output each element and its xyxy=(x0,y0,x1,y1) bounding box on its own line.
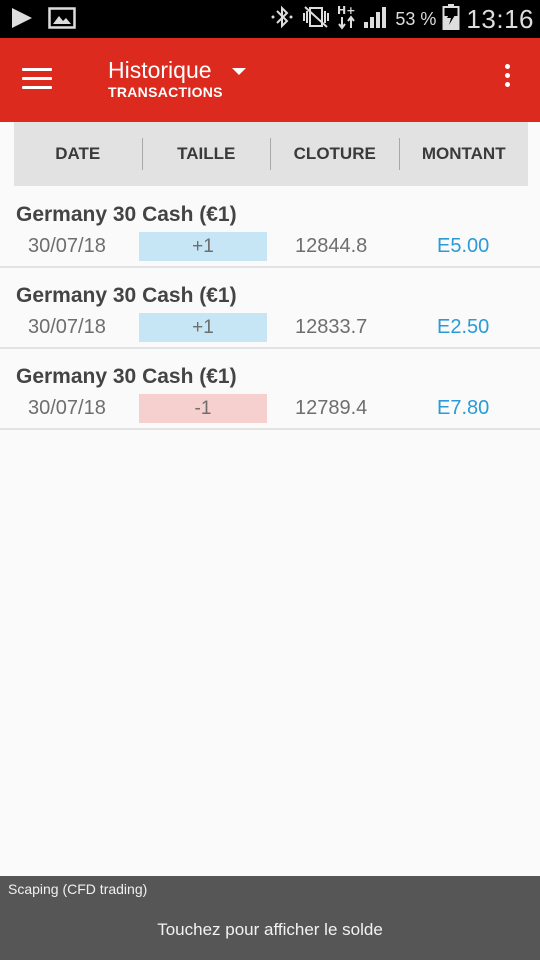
transaction-date: 30/07/18 xyxy=(28,316,106,338)
account-name: Scaping (CFD trading) xyxy=(8,881,148,897)
transaction-row[interactable]: Germany 30 Cash (€1) 30/07/18 +1 12833.7… xyxy=(0,268,540,349)
transaction-date: 30/07/18 xyxy=(28,235,106,257)
page-subtitle: TRANSACTIONS xyxy=(108,84,223,100)
app-bar: Historique TRANSACTIONS xyxy=(0,38,540,122)
hplus-data-icon: H+ xyxy=(337,3,357,36)
show-balance-prompt[interactable]: Touchez pour afficher le solde xyxy=(0,920,540,940)
position-size: +1 xyxy=(139,313,267,342)
closing-price: 12833.7 xyxy=(295,316,368,338)
bluetooth-icon xyxy=(269,5,295,34)
vibrate-icon xyxy=(301,5,331,34)
instrument-name: Germany 30 Cash (€1) xyxy=(16,203,237,226)
view-selector-dropdown[interactable]: Historique TRANSACTIONS xyxy=(108,56,246,100)
battery-charging-icon xyxy=(442,3,460,36)
transaction-amount: E5.00 xyxy=(437,235,490,257)
transaction-row[interactable]: Germany 30 Cash (€1) 30/07/18 +1 12844.8… xyxy=(0,187,540,268)
transaction-amount: E2.50 xyxy=(437,316,490,338)
battery-percent: 53 % xyxy=(395,8,437,29)
image-icon xyxy=(48,7,76,34)
hamburger-menu-icon[interactable] xyxy=(22,62,62,98)
transaction-date: 30/07/18 xyxy=(28,397,106,419)
svg-text:H+: H+ xyxy=(337,4,355,17)
transaction-row[interactable]: Germany 30 Cash (€1) 30/07/18 -1 12789.4… xyxy=(0,349,540,430)
closing-price: 12789.4 xyxy=(295,397,368,419)
position-size: -1 xyxy=(139,394,267,423)
instrument-name: Germany 30 Cash (€1) xyxy=(16,284,237,307)
signal-icon xyxy=(363,5,389,34)
position-size: +1 xyxy=(139,232,267,261)
transaction-amount: E7.80 xyxy=(437,397,490,419)
instrument-name: Germany 30 Cash (€1) xyxy=(16,365,237,388)
column-header-date[interactable]: DATE xyxy=(14,138,143,170)
column-header-amount[interactable]: MONTANT xyxy=(400,138,529,170)
column-header-close[interactable]: CLOTURE xyxy=(271,138,400,170)
status-bar: H+ 53 % 13:16 xyxy=(0,0,540,38)
closing-price: 12844.8 xyxy=(295,235,368,257)
column-header-bar: DATE TAILLE CLOTURE MONTANT xyxy=(14,122,528,186)
overflow-menu-icon[interactable] xyxy=(498,64,516,96)
balance-footer[interactable]: Scaping (CFD trading) Touchez pour affic… xyxy=(0,876,540,960)
clock: 13:16 xyxy=(466,3,534,34)
play-icon xyxy=(10,7,34,34)
column-header-size[interactable]: TAILLE xyxy=(143,138,271,170)
page-title: Historique xyxy=(108,57,212,83)
dropdown-caret-icon xyxy=(232,68,246,75)
transaction-list: Germany 30 Cash (€1) 30/07/18 +1 12844.8… xyxy=(0,187,540,430)
